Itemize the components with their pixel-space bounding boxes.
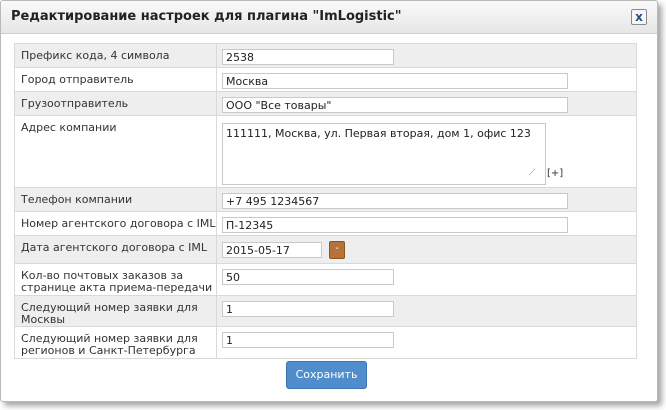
next-moscow-input[interactable] (222, 301, 394, 317)
row-next-moscow: Следующий номер заявки для Москвы (14, 295, 637, 327)
settings-dialog: Редактирование настроек для плагина "ImL… (0, 0, 658, 402)
row-contract-number: Номер агентского договора с IML (14, 211, 637, 236)
prefix-input[interactable] (222, 49, 394, 65)
row-phone: Телефон компании (14, 187, 637, 212)
calendar-button[interactable]: - (329, 241, 345, 259)
contract-number-label: Номер агентского договора с IML (14, 211, 217, 236)
orders-per-page-label: Кол-во почтовых заказов за странице акта… (14, 263, 217, 296)
orders-per-page-input[interactable] (222, 269, 394, 285)
row-city: Город отправитель (14, 67, 637, 92)
settings-form: Префикс кода, 4 символа Город отправител… (14, 43, 637, 359)
city-label: Город отправитель (14, 67, 217, 92)
address-textarea[interactable]: 111111, Москва, ул. Первая вторая, дом 1… (222, 123, 546, 185)
contract-date-label: Дата агентского договора с IML (14, 235, 217, 264)
row-orders-per-page: Кол-во почтовых заказов за странице акта… (14, 263, 637, 296)
address-label: Адрес компании (14, 115, 217, 188)
phone-label: Телефон компании (14, 187, 217, 212)
contract-number-input[interactable] (222, 217, 568, 233)
prefix-label: Префикс кода, 4 символа (14, 43, 217, 68)
dialog-titlebar: Редактирование настроек для плагина "ImL… (1, 1, 657, 34)
resize-grip-icon[interactable]: ⟋ (529, 168, 535, 178)
phone-input[interactable] (222, 193, 568, 209)
contract-date-input[interactable] (222, 242, 322, 258)
next-regions-input[interactable] (222, 332, 394, 348)
shipper-label: Грузоотправитель (14, 91, 217, 116)
expand-address-link[interactable]: [+] (547, 168, 563, 179)
next-moscow-label: Следующий номер заявки для Москвы (14, 295, 217, 327)
row-shipper: Грузоотправитель (14, 91, 637, 116)
dialog-title: Редактирование настроек для плагина "ImL… (11, 9, 402, 24)
row-address: Адрес компании 111111, Москва, ул. Перва… (14, 115, 637, 188)
row-next-regions: Следующий номер заявки для регионов и Са… (14, 326, 637, 359)
close-icon[interactable]: x (631, 9, 647, 25)
city-input[interactable] (222, 73, 568, 89)
row-prefix: Префикс кода, 4 символа (14, 43, 637, 68)
next-regions-label: Следующий номер заявки для регионов и Са… (14, 326, 217, 359)
row-contract-date: Дата агентского договора с IML - (14, 235, 637, 264)
save-button[interactable]: Сохранить (286, 361, 367, 389)
shipper-input[interactable] (222, 97, 568, 113)
